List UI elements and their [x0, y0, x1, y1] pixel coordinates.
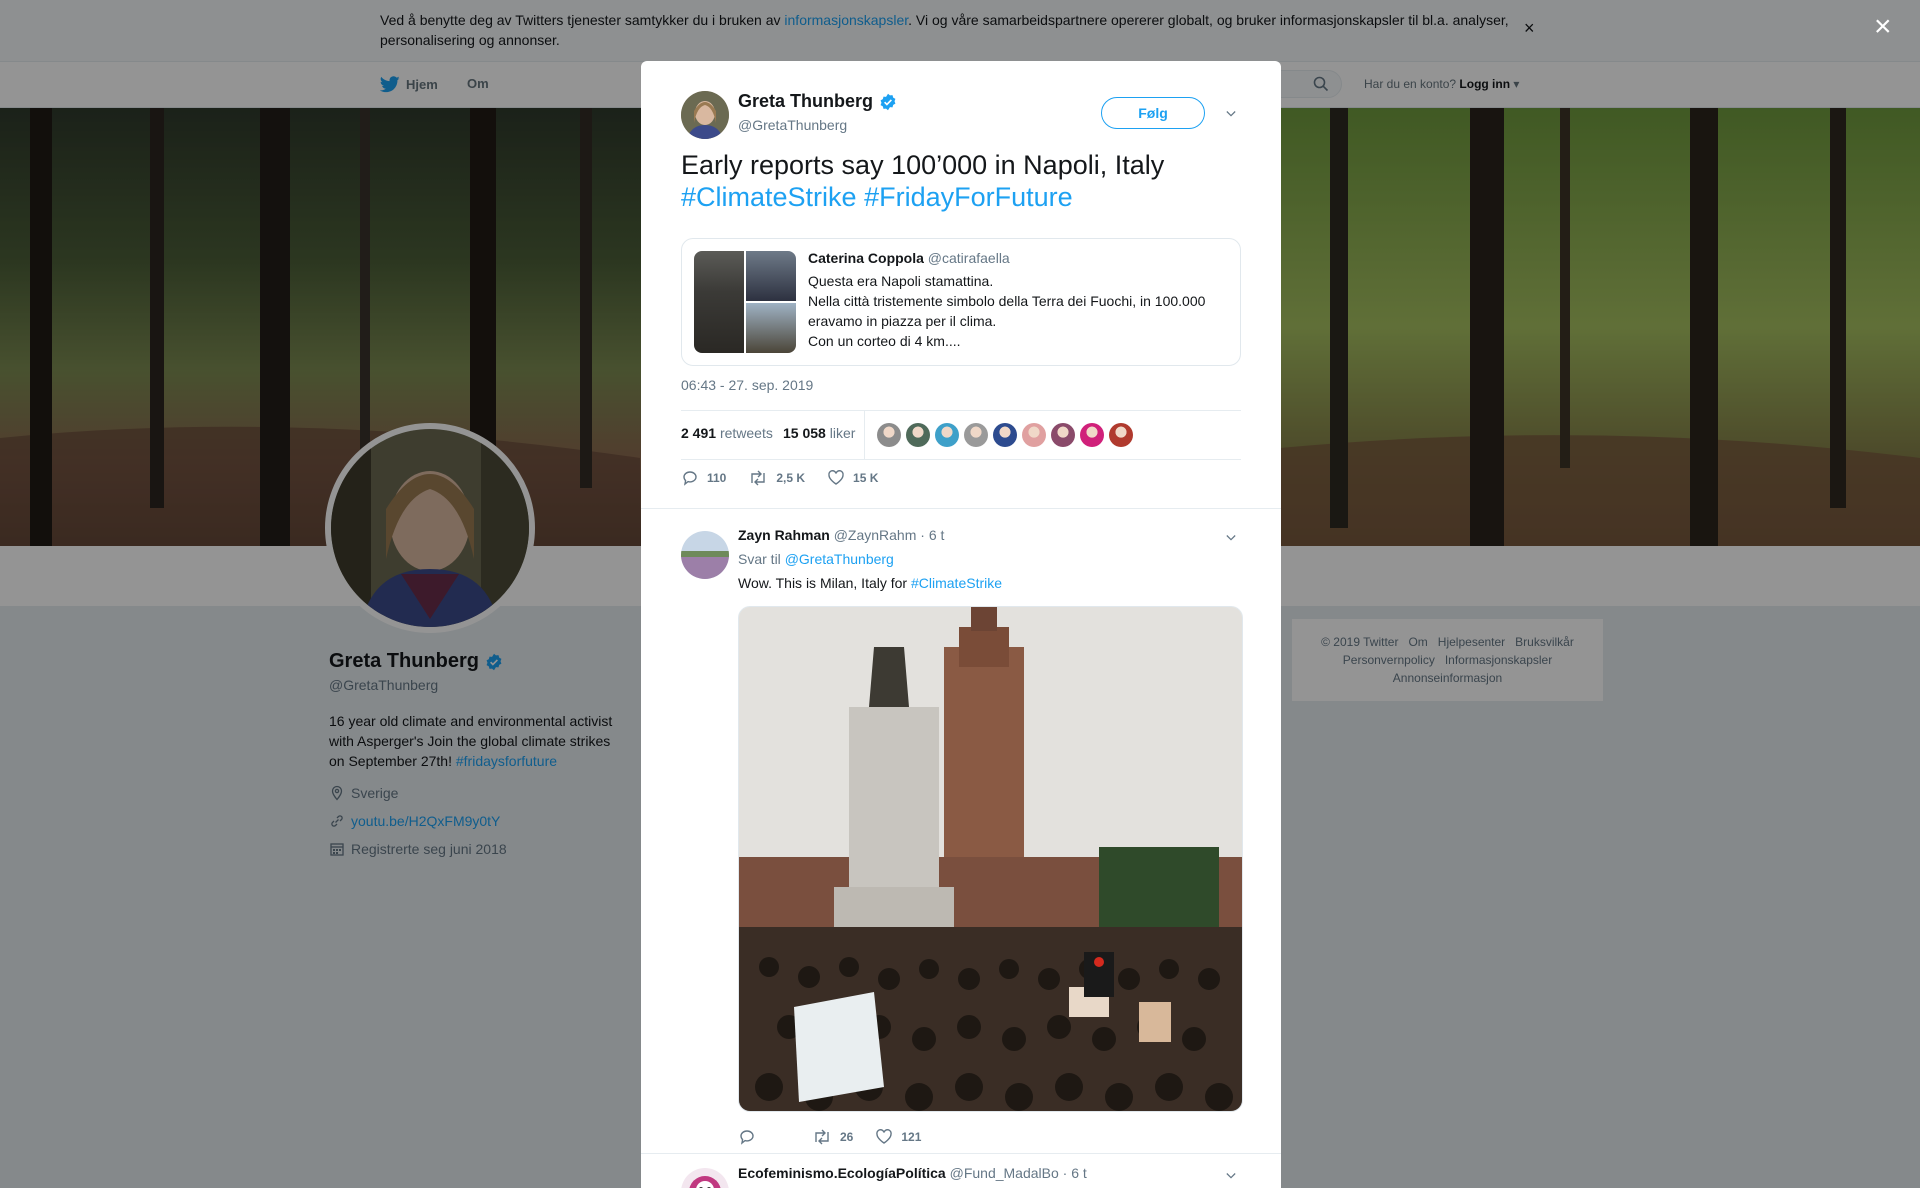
liker-avatar[interactable]: [935, 423, 959, 447]
liker-avatar[interactable]: [906, 423, 930, 447]
reply-actions: 26 121: [738, 1128, 943, 1146]
reply-header: Ecofeminismo.EcologíaPolítica @Fund_Mada…: [738, 1165, 1087, 1181]
reply-count: 110: [707, 471, 727, 485]
heart-icon: [876, 1129, 893, 1144]
author-avatar-image: [681, 91, 729, 139]
quoted-author-handle: @catirafaella: [927, 250, 1010, 266]
retweet-stat[interactable]: 2 491 retweets: [681, 425, 773, 441]
tweet-actions: 110 2,5 K 15 K: [681, 469, 900, 487]
reply-avatar-image: [681, 1168, 729, 1188]
retweet-action[interactable]: 26: [812, 1128, 853, 1146]
like-action-count: 15 K: [853, 471, 879, 485]
quoted-image-1: [694, 251, 744, 353]
tweet-author-name[interactable]: Greta Thunberg: [738, 91, 873, 112]
reply-icon: [740, 1130, 754, 1145]
quoted-author-name: Caterina Coppola: [808, 250, 924, 266]
quoted-tweet[interactable]: Caterina Coppola @catirafaella Questa er…: [681, 238, 1241, 366]
heart-icon: [828, 470, 844, 485]
liker-avatar[interactable]: [1080, 423, 1104, 447]
liker-avatar[interactable]: [877, 423, 901, 447]
reply-to-line: Svar til @GretaThunberg: [738, 551, 894, 567]
quoted-tweet-images: [694, 251, 796, 353]
like-label: liker: [829, 425, 856, 441]
reply-action[interactable]: 110: [681, 469, 726, 487]
reply-time[interactable]: · 6 t: [920, 527, 944, 543]
tweet-stats: 2 491 retweets 15 058 liker: [681, 410, 1241, 460]
thread-divider: [641, 508, 1281, 509]
reply-author-handle[interactable]: @Fund_MadalBo: [950, 1165, 1059, 1181]
reply-author-name[interactable]: Ecofeminismo.EcologíaPolítica: [738, 1165, 946, 1181]
reply-icon: [683, 471, 697, 486]
hashtag-link[interactable]: #FridayForFuture: [864, 182, 1073, 212]
retweet-action-count: 2,5 K: [776, 471, 806, 485]
quoted-text-line: Con un corteo di 4 km....: [808, 333, 961, 349]
retweet-count: 2 491: [681, 425, 717, 441]
reply-author-name[interactable]: Zayn Rahman: [738, 527, 830, 543]
tweet-timestamp[interactable]: 06:43 - 27. sep. 2019: [681, 377, 813, 393]
liker-avatar[interactable]: [993, 423, 1017, 447]
quoted-text-line: Nella città tristemente simbolo della Te…: [808, 293, 1206, 329]
reply-text: Wow. This is Milan, Italy for #ClimateSt…: [738, 575, 1002, 591]
reply-photo[interactable]: [738, 606, 1243, 1112]
tweet-text-body: Early reports say 100’000 in Napoli, Ita…: [681, 150, 1165, 180]
reply-avatar[interactable]: [681, 531, 729, 579]
quoted-tweet-text: Questa era Napoli stamattina. Nella citt…: [808, 271, 1228, 351]
retweet-action[interactable]: 2,5 K: [748, 469, 805, 487]
tweet-author-handle[interactable]: @GretaThunberg: [738, 117, 847, 133]
reply-avatar[interactable]: [681, 1168, 729, 1188]
quoted-image-2: [746, 251, 796, 301]
stats-divider: [864, 411, 865, 459]
reply-to-handle-link[interactable]: @GretaThunberg: [785, 551, 894, 567]
like-action[interactable]: 121: [875, 1128, 921, 1146]
chevron-down-icon[interactable]: [1226, 1171, 1236, 1181]
liker-avatar[interactable]: [1022, 423, 1046, 447]
reply-action[interactable]: [738, 1128, 756, 1146]
reply-author-handle[interactable]: @ZaynRahm: [834, 527, 917, 543]
reply-to-label: Svar til: [738, 551, 785, 567]
retweet-icon: [815, 1129, 829, 1145]
verified-badge-icon: [880, 93, 896, 110]
retweet-label: retweets: [719, 425, 773, 441]
tweet-author-name-row: Greta Thunberg: [738, 91, 897, 112]
tweet-author-avatar[interactable]: [681, 91, 729, 139]
quoted-text-line: Questa era Napoli stamattina.: [808, 273, 994, 289]
retweet-icon: [751, 470, 766, 486]
chevron-down-icon[interactable]: [1226, 109, 1236, 119]
reply-photo-image: [739, 607, 1242, 1111]
reply-time[interactable]: · 6 t: [1063, 1165, 1087, 1181]
reply-like-count: 121: [901, 1130, 922, 1144]
liker-avatar[interactable]: [1051, 423, 1075, 447]
liker-avatar[interactable]: [964, 423, 988, 447]
follow-button[interactable]: Følg: [1101, 97, 1205, 129]
liker-avatar[interactable]: [1109, 423, 1133, 447]
hashtag-link[interactable]: #ClimateStrike: [911, 575, 1002, 591]
close-icon[interactable]: ×: [1874, 12, 1892, 42]
reply-header: Zayn Rahman @ZaynRahm · 6 t: [738, 527, 944, 543]
reply-text-body: Wow. This is Milan, Italy for: [738, 575, 911, 591]
hashtag-link[interactable]: #ClimateStrike: [681, 182, 857, 212]
like-count: 15 058: [783, 425, 826, 441]
quoted-image-3: [746, 303, 796, 353]
reply-avatar-image: [681, 531, 729, 579]
like-action[interactable]: 15 K: [827, 469, 878, 487]
liker-avatars: [877, 423, 1133, 447]
tweet-modal: Greta Thunberg @GretaThunberg Følg Early…: [641, 61, 1281, 1188]
quoted-author: Caterina Coppola @catirafaella: [808, 250, 1010, 266]
tweet-text: Early reports say 100’000 in Napoli, Ita…: [681, 149, 1241, 213]
chevron-down-icon[interactable]: [1226, 533, 1236, 543]
like-stat[interactable]: 15 058 liker: [783, 425, 855, 441]
reply-retweet-count: 26: [840, 1130, 854, 1144]
thread-divider: [641, 1153, 1281, 1154]
